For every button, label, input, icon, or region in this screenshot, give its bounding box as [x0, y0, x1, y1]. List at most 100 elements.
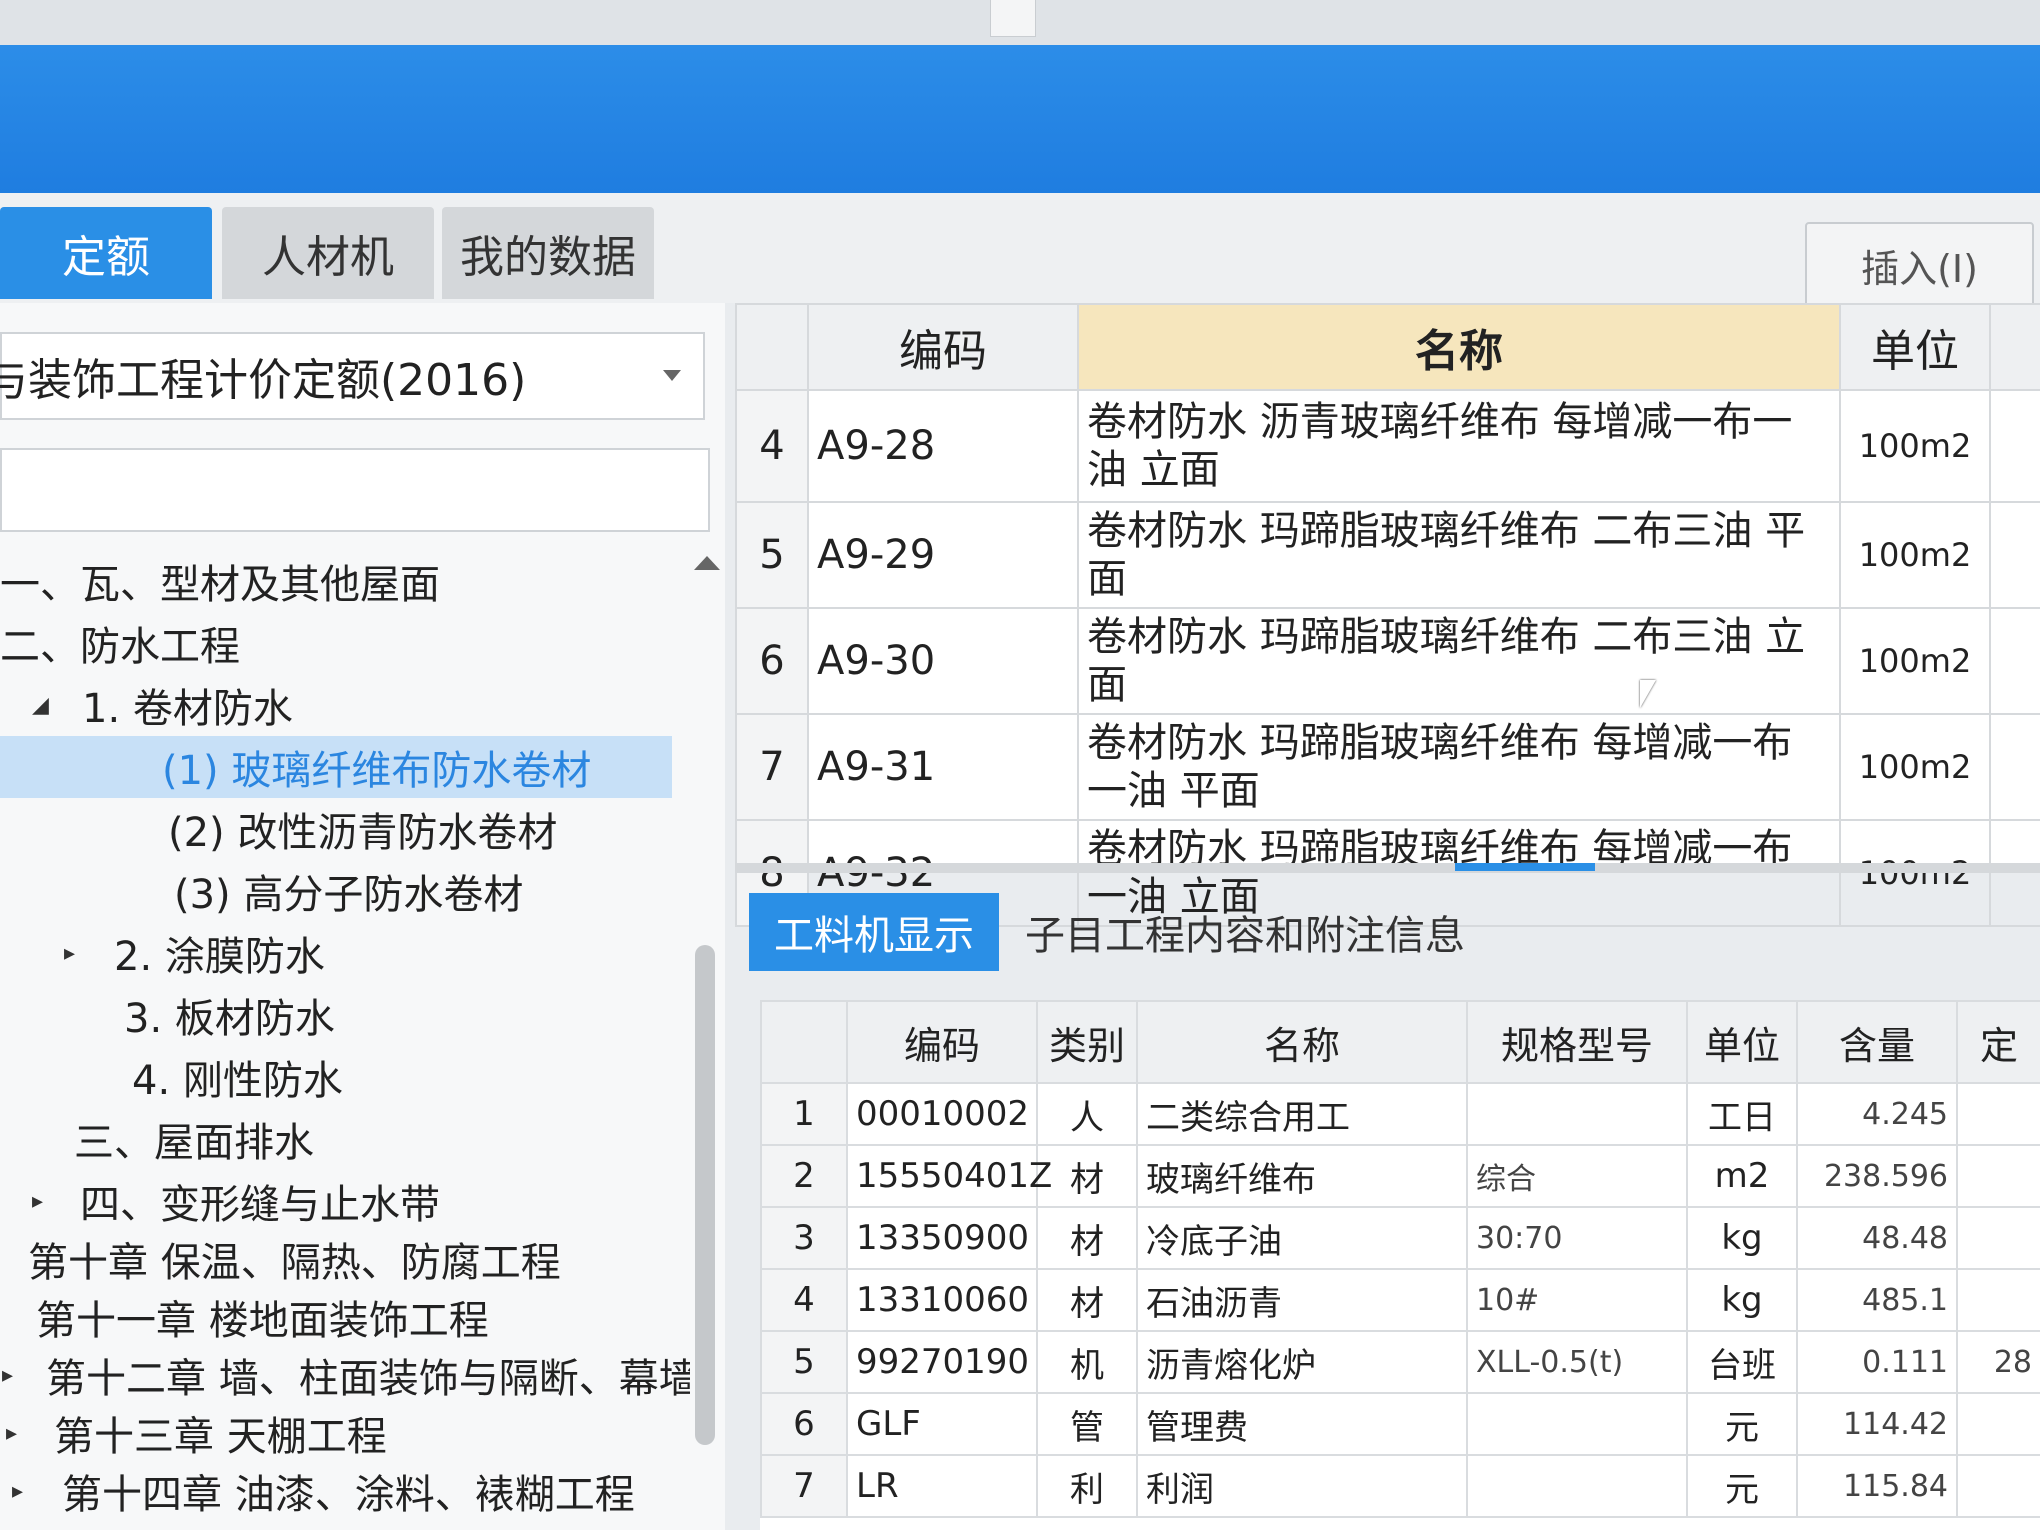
cell-spec[interactable]: 30:70 — [1466, 1206, 1688, 1270]
pane-splitter[interactable] — [735, 863, 2040, 873]
table-row[interactable]: 3 13350900 材 冷底子油 30:70 kg 48.48 — [760, 1206, 2040, 1270]
cell-unit[interactable]: 工日 — [1686, 1082, 1798, 1146]
tab-resource-display[interactable]: 工料机显示 — [749, 893, 999, 971]
chevron-down-icon[interactable] — [663, 370, 681, 381]
cell-code[interactable]: 15550401Z — [846, 1144, 1052, 1208]
header-unit[interactable]: 单位 — [1686, 1000, 1798, 1084]
cell-name[interactable]: 卷材防水 玛蹄脂玻璃纤维布 二布三油 立面 — [1077, 607, 1841, 715]
cell-spec[interactable] — [1466, 1082, 1688, 1146]
cell-qty[interactable]: 114.42 — [1796, 1392, 1958, 1456]
cell-spec[interactable]: 10# — [1466, 1268, 1688, 1332]
search-input[interactable] — [0, 448, 710, 532]
table-row[interactable]: 4 A9-28 卷材防水 沥青玻璃纤维布 每增减一布一油 立面 100m2 — [735, 389, 2040, 503]
table-row[interactable]: 1 00010002 人 二类综合用工 工日 4.245 — [760, 1082, 2040, 1146]
table-row[interactable]: 6 A9-30 卷材防水 玛蹄脂玻璃纤维布 二布三油 立面 100m2 — [735, 607, 2040, 715]
expand-toggle-icon[interactable]: ▸ — [2, 1363, 13, 1388]
tree-item[interactable]: 第十一章 楼地面装饰工程 — [0, 1286, 690, 1348]
tree-scrollbar[interactable] — [690, 550, 720, 1450]
cell-type[interactable]: 材 — [1036, 1268, 1138, 1332]
table-row[interactable]: 7 LR 利 利润 元 115.84 — [760, 1454, 2040, 1518]
expand-toggle-icon[interactable]: ▸ — [12, 1479, 23, 1504]
tree-item[interactable]: 三、屋面排水 — [0, 1108, 690, 1170]
cell-qty[interactable]: 485.1 — [1796, 1268, 1958, 1332]
cell-code[interactable]: A9-29 — [807, 501, 1079, 609]
cell-type[interactable]: 利 — [1036, 1454, 1138, 1518]
header-extra[interactable]: 定 — [1956, 1000, 2040, 1084]
cell-spec[interactable]: 综合 — [1466, 1144, 1688, 1208]
cell-extra[interactable] — [1956, 1206, 2040, 1270]
cell-extra[interactable] — [1956, 1454, 2040, 1518]
expand-toggle-icon[interactable]: ▸ — [6, 1421, 17, 1446]
tree-item[interactable]: 第十章 保温、隔热、防腐工程 — [0, 1228, 690, 1290]
tree-item[interactable]: (3) 高分子防水卷材 — [0, 860, 690, 922]
cell-unit[interactable]: kg — [1686, 1268, 1798, 1332]
cell-qty[interactable]: 0.111 — [1796, 1330, 1958, 1394]
header-code[interactable]: 编码 — [846, 1000, 1038, 1084]
tree-item[interactable]: ▸ 2. 涂膜防水 — [0, 922, 690, 984]
cell-spec[interactable] — [1466, 1454, 1688, 1518]
cell-extra[interactable] — [1956, 1268, 2040, 1332]
table-row[interactable]: 4 13310060 材 石油沥青 10# kg 485.1 — [760, 1268, 2040, 1332]
cell-name[interactable]: 管理费 — [1136, 1392, 1468, 1456]
cell-extra[interactable] — [1956, 1082, 2040, 1146]
cell-unit[interactable]: 100m2 — [1839, 607, 1991, 715]
cell-type[interactable]: 人 — [1036, 1082, 1138, 1146]
cell-type[interactable]: 管 — [1036, 1392, 1138, 1456]
tab-labor-material-machine[interactable]: 人材机 — [222, 207, 434, 299]
cell-code[interactable]: LR — [846, 1454, 1038, 1518]
cell-name[interactable]: 卷材防水 玛蹄脂玻璃纤维布 二布三油 平面 — [1077, 501, 1841, 609]
cell-unit[interactable]: 台班 — [1686, 1330, 1798, 1394]
expand-toggle-icon[interactable]: ▸ — [32, 1189, 43, 1214]
tree-item[interactable]: 3. 板材防水 — [0, 984, 690, 1046]
tree-item-selected[interactable]: (1) 玻璃纤维布防水卷材 — [0, 736, 672, 798]
cell-code[interactable]: GLF — [846, 1392, 1038, 1456]
cell-name[interactable]: 冷底子油 — [1136, 1206, 1468, 1270]
header-type[interactable]: 类别 — [1036, 1000, 1138, 1084]
cell-name[interactable]: 利润 — [1136, 1454, 1468, 1518]
header-qty[interactable]: 含量 — [1796, 1000, 1958, 1084]
cell-unit[interactable]: m2 — [1686, 1144, 1798, 1208]
cell-name[interactable]: 卷材防水 玛蹄脂玻璃纤维布 每增减一布一油 平面 — [1077, 713, 1841, 821]
tab-work-content-notes[interactable]: 子目工程内容和附注信息 — [1015, 893, 1475, 971]
tab-quota[interactable]: 定额 — [0, 207, 212, 299]
tab-my-data[interactable]: 我的数据 — [442, 207, 654, 299]
cell-unit[interactable]: 元 — [1686, 1454, 1798, 1518]
cell-name[interactable]: 沥青熔化炉 — [1136, 1330, 1468, 1394]
cell-spec[interactable]: XLL-0.5(t) — [1466, 1330, 1688, 1394]
cell-unit[interactable]: 元 — [1686, 1392, 1798, 1456]
cell-code[interactable]: 99270190 — [846, 1330, 1038, 1394]
cell-qty[interactable]: 115.84 — [1796, 1454, 1958, 1518]
tree-item[interactable]: 一、瓦、型材及其他屋面 — [0, 550, 690, 612]
cell-code[interactable]: 13350900 — [846, 1206, 1038, 1270]
splitter-handle[interactable] — [1455, 863, 1595, 871]
cell-qty[interactable]: 48.48 — [1796, 1206, 1958, 1270]
header-code[interactable]: 编码 — [807, 303, 1079, 391]
header-name[interactable]: 名称 — [1136, 1000, 1468, 1084]
cell-qty[interactable]: 238.596 — [1796, 1144, 1958, 1208]
cell-unit[interactable]: 100m2 — [1839, 713, 1991, 821]
cell-code[interactable]: A9-30 — [807, 607, 1079, 715]
cell-type[interactable]: 材 — [1036, 1206, 1138, 1270]
table-row[interactable]: 7 A9-31 卷材防水 玛蹄脂玻璃纤维布 每增减一布一油 平面 100m2 — [735, 713, 2040, 821]
tree-item[interactable]: 4. 刚性防水 — [0, 1046, 690, 1108]
cell-type[interactable]: 材 — [1036, 1144, 1138, 1208]
scroll-thumb[interactable] — [695, 945, 715, 1445]
table-row[interactable]: 6 GLF 管 管理费 元 114.42 — [760, 1392, 2040, 1456]
cell-code[interactable]: A9-31 — [807, 713, 1079, 821]
expand-toggle-icon[interactable]: ▸ — [64, 941, 75, 966]
cell-name[interactable]: 二类综合用工 — [1136, 1082, 1468, 1146]
quota-library-select[interactable]: 与装饰工程计价定额(2016) — [0, 332, 705, 420]
cell-unit[interactable]: 100m2 — [1839, 501, 1991, 609]
table-row[interactable]: 2 15550401Z 材 玻璃纤维布 综合 m2 238.596 — [760, 1144, 2040, 1208]
cell-extra[interactable] — [1956, 1392, 2040, 1456]
cell-name[interactable]: 石油沥青 — [1136, 1268, 1468, 1332]
cell-name[interactable]: 卷材防水 沥青玻璃纤维布 每增减一布一油 立面 — [1077, 389, 1841, 503]
header-spec[interactable]: 规格型号 — [1466, 1000, 1688, 1084]
tree-item[interactable]: ▸ 第十四章 油漆、涂料、裱糊工程 — [0, 1460, 690, 1522]
cell-code[interactable]: 00010002 — [846, 1082, 1038, 1146]
cell-code[interactable]: 13310060 — [846, 1268, 1038, 1332]
tree-item[interactable]: (2) 改性沥青防水卷材 — [0, 798, 690, 860]
cell-unit[interactable]: kg — [1686, 1206, 1798, 1270]
table-row[interactable]: 5 99270190 机 沥青熔化炉 XLL-0.5(t) 台班 0.111 2… — [760, 1330, 2040, 1394]
scroll-up-icon[interactable] — [694, 556, 720, 570]
